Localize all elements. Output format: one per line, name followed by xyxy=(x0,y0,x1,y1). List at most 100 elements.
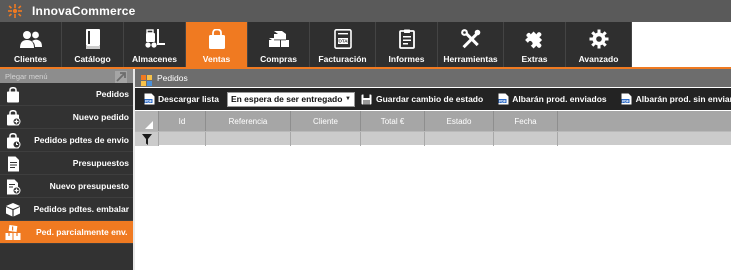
delivery-note-unsent-label: Albarán prod. sin enviar xyxy=(635,94,731,104)
grid-select-all[interactable] xyxy=(135,111,159,131)
puzzle-icon xyxy=(523,27,547,51)
sidebar-item-pedidos-pdtes-envio[interactable]: Pedidos pdtes de envio xyxy=(0,129,133,152)
save-status-label: Guardar cambio de estado xyxy=(375,94,484,104)
sidebar-item-presupuestos[interactable]: Presupuestos xyxy=(0,152,133,175)
toolbar-empty-space xyxy=(632,22,731,67)
module-label: Compras xyxy=(260,54,297,64)
module-label: Herramientas xyxy=(443,54,498,64)
column-header-id[interactable]: Id xyxy=(159,111,206,131)
filter-cell-referencia[interactable] xyxy=(206,132,291,146)
tab-bar: Pedidos xyxy=(135,69,731,87)
sidebar-item-nuevo-pedido[interactable]: Nuevo pedido xyxy=(0,106,133,129)
module-facturacion[interactable]: TOTAL Facturación xyxy=(310,22,376,67)
filter-icon[interactable] xyxy=(135,132,159,146)
module-toolbar: Clientes Catálogo Almacenes Ventas Compr… xyxy=(0,22,731,67)
module-informes[interactable]: Informes xyxy=(376,22,438,67)
module-almacenes[interactable]: Almacenes xyxy=(124,22,186,67)
sidebar-item-ped-parcialmente-env[interactable]: Ped. parcialmente env. xyxy=(0,221,133,244)
grid-header: Id Referencia Cliente Total € Estado Fec… xyxy=(135,111,731,131)
module-compras[interactable]: Compras xyxy=(248,22,310,67)
boxes-icon xyxy=(267,27,291,51)
pdf-icon: PDF xyxy=(621,93,633,105)
boxes-icon xyxy=(5,224,21,241)
sidebar: Pedidos Nuevo pedido Pedidos pdtes de en… xyxy=(0,69,133,270)
svg-text:PDF: PDF xyxy=(145,99,152,103)
sidebar-item-label: Pedidos xyxy=(95,89,129,99)
document-icon xyxy=(5,155,21,172)
book-icon xyxy=(81,27,105,51)
module-label: Ventas xyxy=(202,54,231,64)
download-list-button[interactable]: PDF Descargar lista xyxy=(143,93,219,105)
report-icon xyxy=(395,27,419,51)
app-window: InnovaCommerce Clientes Catálogo Almacen… xyxy=(0,0,731,270)
sidebar-item-pedidos-pdtes-embalar[interactable]: Pedidos pdtes. embalar xyxy=(0,198,133,221)
sidebar-collapse-bar xyxy=(0,69,133,83)
module-label: Clientes xyxy=(13,54,48,64)
bag-icon xyxy=(5,86,21,103)
chevron-down-icon: ▼ xyxy=(345,96,351,102)
order-status-select[interactable]: En espera de ser entregado ▼ xyxy=(226,91,355,107)
sidebar-item-label: Nuevo pedido xyxy=(72,112,129,122)
document-plus-icon xyxy=(5,178,21,195)
forklift-icon xyxy=(143,27,167,51)
sidebar-item-label: Pedidos pdtes de envio xyxy=(34,135,129,145)
pdf-icon: PDF xyxy=(497,93,509,105)
filter-cell-total[interactable] xyxy=(361,132,425,146)
users-icon xyxy=(19,27,43,51)
module-ventas[interactable]: Ventas xyxy=(186,22,248,67)
invoice-icon: TOTAL xyxy=(331,27,355,51)
column-header-cliente[interactable]: Cliente xyxy=(291,111,361,131)
sidebar-search-input[interactable] xyxy=(5,71,95,81)
filter-cell-estado[interactable] xyxy=(425,132,494,146)
grid-filter-row xyxy=(135,131,731,146)
module-label: Facturación xyxy=(318,54,367,64)
action-bar: PDF Descargar lista En espera de ser ent… xyxy=(135,88,731,110)
folder-grid-icon xyxy=(141,73,152,86)
sidebar-item-nuevo-presupuesto[interactable]: Nuevo presupuesto xyxy=(0,175,133,198)
module-label: Avanzado xyxy=(578,54,619,64)
column-header-total[interactable]: Total € xyxy=(361,111,425,131)
svg-text:PDF: PDF xyxy=(622,99,629,103)
collapse-menu-icon[interactable] xyxy=(115,70,127,83)
download-list-label: Descargar lista xyxy=(158,94,219,104)
svg-text:PDF: PDF xyxy=(499,99,506,103)
delivery-note-sent-label: Albarán prod. enviados xyxy=(512,94,607,104)
module-label: Informes xyxy=(388,54,425,64)
svg-text:TOTAL: TOTAL xyxy=(335,39,350,44)
save-icon xyxy=(361,93,373,105)
delivery-note-sent-button[interactable]: PDF Albarán prod. enviados xyxy=(497,93,607,105)
module-avanzado[interactable]: Avanzado xyxy=(566,22,632,67)
pdf-icon: PDF xyxy=(143,93,155,105)
sidebar-item-label: Pedidos pdtes. embalar xyxy=(33,204,129,214)
module-label: Catálogo xyxy=(74,54,111,64)
main-panel: Pedidos PDF Descargar lista En espera de… xyxy=(133,69,731,270)
sidebar-item-label: Ped. parcialmente env. xyxy=(36,227,128,237)
module-extras[interactable]: Extras xyxy=(504,22,566,67)
module-catalogo[interactable]: Catálogo xyxy=(62,22,124,67)
gear-icon xyxy=(587,27,611,51)
filter-cell-id[interactable] xyxy=(159,132,206,146)
column-header-estado[interactable]: Estado xyxy=(425,111,494,131)
column-header-referencia[interactable]: Referencia xyxy=(206,111,291,131)
sidebar-item-pedidos[interactable]: Pedidos xyxy=(0,83,133,106)
title-bar: InnovaCommerce xyxy=(0,0,731,22)
module-label: Almacenes xyxy=(132,54,177,64)
module-clientes[interactable]: Clientes xyxy=(0,22,62,67)
sidebar-item-label: Nuevo presupuesto xyxy=(49,181,129,191)
bag-clock-icon xyxy=(5,132,21,149)
delivery-note-unsent-button[interactable]: PDF Albarán prod. sin enviar xyxy=(621,93,731,105)
order-status-value: En espera de ser entregado xyxy=(230,94,343,104)
column-header-fecha[interactable]: Fecha xyxy=(494,111,558,131)
tools-icon xyxy=(459,27,483,51)
filter-cell-cliente[interactable] xyxy=(291,132,361,146)
module-herramientas[interactable]: Herramientas xyxy=(438,22,504,67)
grid-header-filler xyxy=(558,111,731,131)
filter-cell-fecha[interactable] xyxy=(494,132,558,146)
shopping-bag-icon xyxy=(205,27,229,51)
tab-pedidos[interactable]: Pedidos xyxy=(157,73,188,83)
app-logo-icon xyxy=(4,0,26,22)
box-icon xyxy=(5,201,21,218)
save-status-button[interactable]: Guardar cambio de estado xyxy=(361,93,483,105)
bag-plus-icon xyxy=(5,109,21,126)
filter-row-filler xyxy=(558,132,731,146)
